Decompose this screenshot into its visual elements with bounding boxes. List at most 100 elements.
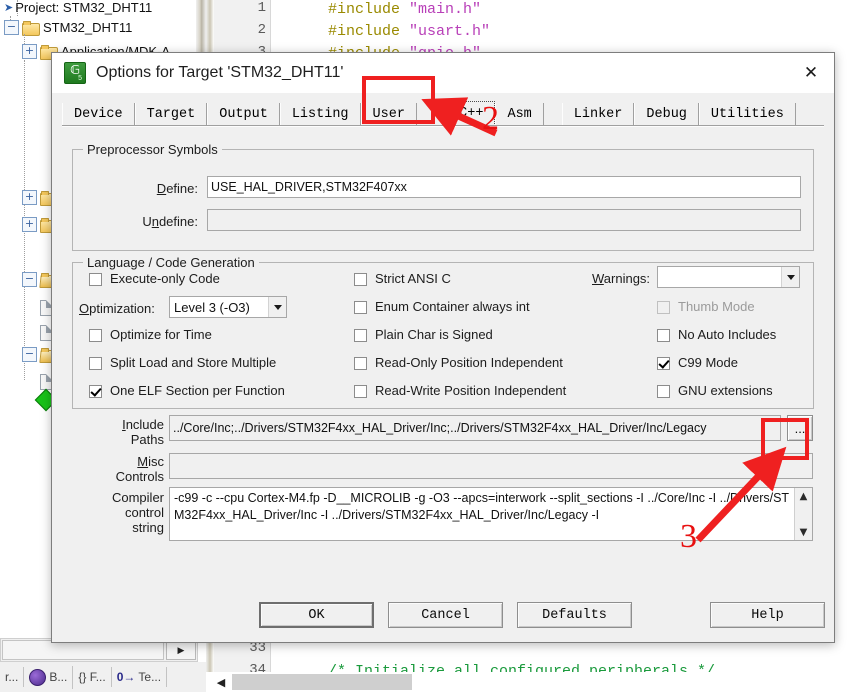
keil-uvision-icon: 𝔾5 — [64, 62, 86, 84]
label-plain-char-signed: Plain Char is Signed — [375, 327, 493, 342]
checkbox-split-load-store[interactable] — [89, 357, 102, 370]
optimization-value: Level 3 (-O3) — [174, 299, 250, 315]
checkbox-strict-ansi-c[interactable] — [354, 273, 367, 286]
checkbox-gnu-extensions[interactable] — [657, 385, 670, 398]
tree-expand-icon[interactable]: + — [22, 44, 37, 59]
tab-c-cpp[interactable]: C/C++ — [430, 101, 496, 126]
tree-item-label: STM32_DHT11 — [43, 20, 133, 35]
scroll-thumb[interactable] — [2, 640, 164, 660]
chevron-down-icon[interactable] — [268, 297, 286, 317]
0-arrow-icon: 0→ — [116, 670, 136, 684]
label-split-load-store: Split Load and Store Multiple — [110, 355, 277, 370]
compiler-control-string-value: -c99 -c --cpu Cortex-M4.fp -D__MICROLIB … — [174, 491, 790, 522]
scroll-right-arrow-icon[interactable]: ▶ — [166, 640, 196, 660]
warnings-label: Warnings: — [592, 271, 651, 286]
tree-collapse-icon[interactable]: − — [22, 272, 37, 287]
preprocessor-group-title: Preprocessor Symbols — [83, 142, 222, 157]
tree-collapse-icon[interactable]: − — [22, 347, 37, 362]
books-icon — [29, 668, 47, 686]
include-paths-input[interactable]: ../Core/Inc;../Drivers/STM32F4xx_HAL_Dri… — [169, 415, 781, 441]
define-label: Define: — [156, 181, 198, 196]
checkbox-read-only-pi[interactable] — [354, 357, 367, 370]
include-paths-label: Include Paths — [122, 417, 164, 447]
compiler-string-scrollbar[interactable]: ▲ ▼ — [794, 488, 812, 540]
line-number: 2 — [257, 22, 266, 38]
tab-strip[interactable]: Device Target Output Listing User C/C++ … — [62, 101, 824, 126]
include-paths-browse-button[interactable]: ... — [787, 415, 813, 441]
checkbox-enum-container[interactable] — [354, 301, 367, 314]
label-strict-ansi-c: Strict ANSI C — [375, 271, 451, 286]
dialog-body: Device Target Output Listing User C/C++ … — [52, 93, 834, 642]
line-number: 1 — [257, 0, 266, 16]
tab-output[interactable]: Output — [207, 103, 280, 126]
c-cpp-panel: Preprocessor Symbols Define: USE_HAL_DRI… — [62, 126, 824, 588]
misc-controls-label: Misc Controls — [115, 454, 164, 484]
tab-listing[interactable]: Listing — [279, 103, 361, 126]
label-read-only-pi: Read-Only Position Independent — [375, 355, 563, 370]
optimization-label: Optimization: — [79, 301, 155, 316]
checkbox-execute-only-code[interactable] — [89, 273, 102, 286]
label-read-write-pi: Read-Write Position Independent — [375, 383, 567, 398]
tab-device[interactable]: Device — [62, 103, 135, 126]
tree-item-label: Project: STM32_DHT11 — [15, 0, 153, 15]
help-button[interactable]: Help — [710, 602, 825, 628]
compiler-control-label: Compiler control string — [111, 490, 164, 535]
label-one-elf-section: One ELF Section per Function — [110, 383, 285, 398]
label-no-auto-includes: No Auto Includes — [678, 327, 777, 342]
checkbox-optimize-for-time[interactable] — [89, 329, 102, 342]
define-input[interactable]: USE_HAL_DRIVER,STM32F407xx — [207, 176, 801, 198]
checkbox-c99-mode[interactable] — [657, 357, 670, 370]
label-thumb-mode: Thumb Mode — [678, 299, 755, 314]
chevron-up-icon[interactable]: ▲ — [795, 488, 812, 504]
ok-button[interactable]: OK — [259, 602, 374, 628]
checkbox-thumb-mode — [657, 301, 670, 314]
tab-debug[interactable]: Debug — [634, 103, 699, 126]
editor-horizontal-scrollbar[interactable]: ◀ — [206, 672, 864, 692]
label-execute-only-code: Execute-only Code — [110, 271, 220, 286]
cancel-button[interactable]: Cancel — [388, 602, 503, 628]
close-icon[interactable]: ✕ — [788, 54, 834, 93]
chevron-down-icon[interactable] — [781, 267, 799, 287]
optimization-select[interactable]: Level 3 (-O3) — [169, 296, 287, 318]
compiler-control-string-box[interactable]: -c99 -c --cpu Cortex-M4.fp -D__MICROLIB … — [169, 487, 813, 541]
code-line: #include "usart.h" — [328, 22, 491, 40]
scroll-left-arrow-icon[interactable]: ◀ — [214, 674, 228, 690]
tab-target[interactable]: Target — [134, 103, 208, 126]
checkbox-no-auto-includes[interactable] — [657, 329, 670, 342]
label-optimize-for-time: Optimize for Time — [110, 327, 212, 342]
target-folder-icon — [22, 21, 40, 36]
dialog-titlebar[interactable]: 𝔾5 Options for Target 'STM32_DHT11' ✕ — [52, 53, 834, 94]
language-group-title: Language / Code Generation — [83, 255, 259, 270]
tab-utilities[interactable]: Utilities — [698, 103, 796, 126]
tree-item-project[interactable]: ➤ Project: STM32_DHT11 — [4, 0, 152, 17]
tab-books[interactable]: B... — [24, 665, 74, 689]
scroll-thumb[interactable] — [232, 674, 412, 690]
misc-controls-input[interactable] — [169, 453, 813, 479]
ide-bottom-tabs[interactable]: r... B... {} F... 0→ Te... — [0, 662, 206, 692]
tab-user[interactable]: User — [360, 103, 417, 126]
tab-registers[interactable]: r... — [0, 667, 25, 687]
tree-expand-icon[interactable]: + — [22, 217, 37, 232]
label-enum-container: Enum Container always int — [375, 299, 530, 314]
tab-functions[interactable]: {} F... — [73, 667, 112, 687]
checkbox-plain-char-signed[interactable] — [354, 329, 367, 342]
tree-expand-icon[interactable]: + — [22, 190, 37, 205]
label-gnu-extensions: GNU extensions — [678, 383, 773, 398]
tab-asm[interactable]: Asm — [495, 103, 544, 126]
tab-templates[interactable]: 0→ Te... — [112, 667, 168, 687]
defaults-button[interactable]: Defaults — [517, 602, 632, 628]
undefine-input[interactable] — [207, 209, 801, 231]
undefine-label: Undefine: — [142, 214, 198, 229]
checkbox-read-write-pi[interactable] — [354, 385, 367, 398]
tab-linker[interactable]: Linker — [561, 103, 635, 126]
preprocessor-group: Preprocessor Symbols — [72, 142, 814, 251]
code-line: #include "main.h" — [328, 0, 482, 18]
project-arrow-icon: ➤ — [4, 2, 14, 14]
checkbox-one-elf-section[interactable] — [89, 385, 102, 398]
warnings-select[interactable] — [657, 266, 800, 288]
label-c99-mode: C99 Mode — [678, 355, 738, 370]
options-dialog[interactable]: 𝔾5 Options for Target 'STM32_DHT11' ✕ De… — [51, 52, 835, 643]
dialog-title: Options for Target 'STM32_DHT11' — [96, 64, 344, 81]
chevron-down-icon[interactable]: ▼ — [795, 524, 812, 540]
tree-collapse-icon[interactable]: − — [4, 20, 19, 35]
